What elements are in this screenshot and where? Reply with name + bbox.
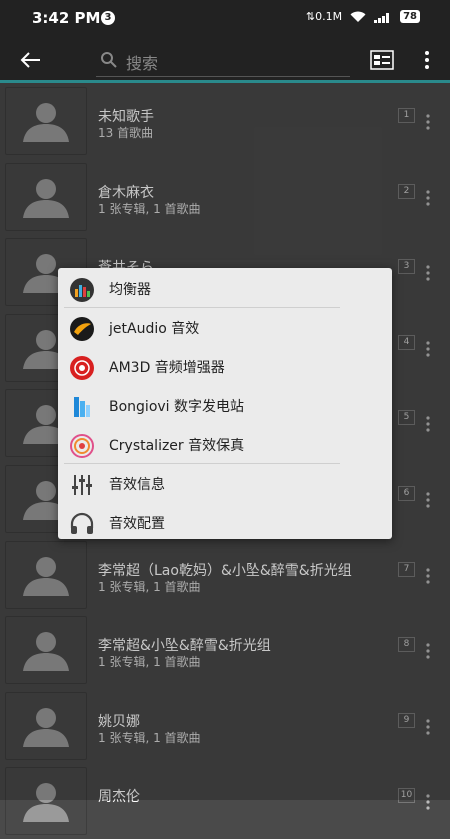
- notification-badge: 3: [101, 11, 115, 25]
- menu-item-sound-config[interactable]: 音效配置: [58, 503, 392, 541]
- more-options-icon[interactable]: [424, 416, 432, 432]
- menu-item-label: 音效信息: [109, 477, 165, 493]
- signal-icon: [374, 12, 390, 23]
- menu-item-bongiovi[interactable]: Bongiovi 数字发电站: [58, 386, 392, 424]
- artist-detail: 1 张专辑, 1 首歌曲: [98, 201, 201, 216]
- artist-name: 未知歌手: [98, 109, 154, 125]
- search-input[interactable]: 搜索: [96, 44, 350, 77]
- headphones-icon: [70, 512, 94, 534]
- artist-name: 周杰伦: [98, 789, 140, 806]
- artist-avatar: [5, 87, 87, 155]
- artist-name: 姚贝娜: [98, 713, 140, 730]
- jetaudio-icon: [70, 317, 94, 341]
- artist-avatar: [5, 540, 87, 609]
- artist-detail: 1 张专辑, 1 首歌曲: [98, 655, 201, 670]
- menu-item-am3d[interactable]: AM3D 音频增强器: [58, 347, 392, 385]
- person-icon: [23, 632, 69, 672]
- net-speed: ⇅0.1M: [305, 10, 343, 23]
- more-options-icon[interactable]: [424, 794, 432, 810]
- menu-item-jetaudio[interactable]: jetAudio 音效: [58, 308, 392, 346]
- index-badge: 1: [398, 108, 415, 123]
- menu-item-label: AM3D 音频增强器: [109, 360, 225, 376]
- more-options-icon[interactable]: [424, 341, 432, 357]
- status-time: 3:42 PM: [32, 9, 101, 27]
- index-badge: 4: [398, 334, 415, 350]
- search-placeholder: 搜索: [126, 54, 159, 73]
- artist-avatar: [5, 767, 87, 836]
- artist-detail: 1 张专辑, 1 首歌曲: [98, 579, 201, 594]
- sound-effects-popup-menu: 均衡器 jetAudio 音效 AM3D 音频增强器 Bongiovi 数字发电…: [58, 268, 392, 539]
- status-icons: ⇅0.1M 78: [306, 10, 420, 23]
- artist-row[interactable]: 李常超&小坠&醉雪&折光组 1 张专辑, 1 首歌曲 8: [0, 612, 450, 688]
- sliders-icon: [72, 475, 92, 495]
- top-toolbar: 搜索: [0, 36, 450, 83]
- more-options-icon[interactable]: [424, 719, 432, 735]
- status-bar: 3:42 PM 3 ⇅0.1M 78: [0, 0, 450, 36]
- more-options-icon[interactable]: [424, 265, 432, 281]
- artist-avatar: [5, 162, 87, 231]
- wifi-icon: [350, 11, 366, 22]
- index-badge: 10: [398, 788, 415, 804]
- artist-name: 李常超&小坠&醉雪&折光组: [98, 638, 271, 655]
- menu-item-label: Bongiovi 数字发电站: [109, 399, 245, 415]
- person-icon: [23, 783, 69, 823]
- index-badge: 6: [398, 485, 415, 501]
- overflow-menu-icon[interactable]: [419, 50, 435, 70]
- more-options-icon[interactable]: [424, 492, 432, 508]
- person-icon: [23, 556, 69, 596]
- artist-row[interactable]: 周杰伦 10: [0, 763, 450, 839]
- menu-item-crystalizer[interactable]: Crystalizer 音效保真: [58, 425, 392, 463]
- menu-item-sound-info[interactable]: 音效信息: [58, 464, 392, 502]
- artist-avatar: [5, 616, 87, 685]
- back-arrow-icon[interactable]: [16, 46, 44, 74]
- battery-indicator: 78: [400, 10, 420, 23]
- menu-item-equalizer[interactable]: 均衡器: [58, 269, 392, 307]
- artist-row[interactable]: 未知歌手 13 首歌曲 1: [0, 83, 450, 159]
- menu-item-label: jetAudio 音效: [109, 321, 200, 337]
- artist-detail: 1 张专辑, 1 首歌曲: [98, 730, 201, 745]
- index-badge: 3: [398, 259, 415, 275]
- artist-name: 李常超（Lao乾妈）&小坠&醉雪&折光组: [98, 562, 352, 579]
- artist-row[interactable]: 李常超（Lao乾妈）&小坠&醉雪&折光组 1 张专辑, 1 首歌曲 7: [0, 537, 450, 613]
- index-badge: 7: [398, 561, 415, 577]
- more-options-icon[interactable]: [424, 643, 432, 659]
- more-options-icon[interactable]: [424, 114, 432, 130]
- am3d-icon: [70, 356, 94, 380]
- index-badge: 8: [398, 637, 415, 653]
- artist-detail: 13 首歌曲: [98, 126, 154, 140]
- artist-name: 倉木麻衣: [98, 184, 154, 201]
- person-icon: [23, 103, 69, 142]
- menu-item-label: 音效配置: [109, 516, 165, 532]
- artist-avatar: [5, 691, 87, 760]
- view-mode-icon[interactable]: [370, 50, 394, 70]
- index-badge: 9: [398, 712, 415, 728]
- equalizer-icon: [70, 278, 94, 302]
- person-icon: [23, 707, 69, 747]
- menu-item-label: Crystalizer 音效保真: [109, 438, 245, 454]
- crystalizer-icon: [70, 434, 94, 458]
- index-badge: 2: [398, 183, 415, 199]
- more-options-icon[interactable]: [424, 567, 432, 584]
- menu-item-label: 均衡器: [109, 282, 151, 298]
- person-icon: [23, 178, 69, 218]
- search-icon: [101, 52, 117, 68]
- index-badge: 5: [398, 410, 415, 426]
- more-options-icon[interactable]: [424, 189, 432, 206]
- artist-row[interactable]: 姚贝娜 1 张专辑, 1 首歌曲 9: [0, 688, 450, 764]
- bongiovi-icon: [74, 397, 90, 417]
- artist-row[interactable]: 倉木麻衣 1 张专辑, 1 首歌曲 2: [0, 159, 450, 235]
